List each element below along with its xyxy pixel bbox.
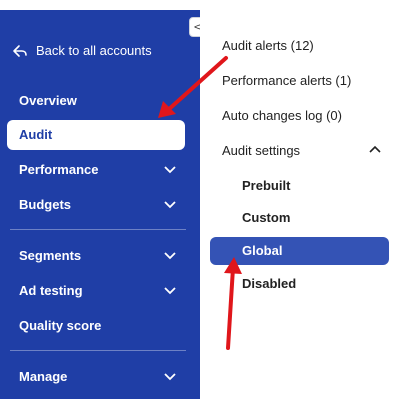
chevron-up-icon[interactable] (369, 145, 381, 153)
back-to-accounts-label: Back to all accounts (36, 43, 152, 58)
sidebar-divider (10, 350, 186, 351)
chevron-down-icon[interactable] (164, 166, 176, 174)
sidebar-item-quality-score[interactable]: Quality score (19, 318, 101, 334)
back-to-accounts-link[interactable]: Back to all accounts (12, 43, 152, 59)
back-arrow-icon (13, 45, 27, 57)
settings-item-disabled[interactable]: Disabled (242, 276, 296, 292)
sidebar-item-manage[interactable]: Manage (19, 369, 67, 385)
settings-item-prebuilt[interactable]: Prebuilt (242, 178, 290, 194)
settings-item-custom[interactable]: Custom (242, 210, 290, 226)
chevron-down-icon[interactable] (164, 373, 176, 381)
sidebar-item-overview[interactable]: Overview (19, 93, 77, 109)
sidebar-item-ad-testing[interactable]: Ad testing (19, 283, 83, 299)
sidebar-divider (10, 229, 186, 230)
panel-item-auto-changes-log[interactable]: Auto changes log (0) (222, 108, 342, 124)
chevron-down-icon[interactable] (164, 252, 176, 260)
chevron-down-icon[interactable] (164, 287, 176, 295)
top-bar (0, 0, 405, 10)
sidebar-item-performance[interactable]: Performance (19, 162, 98, 178)
panel-item-audit-alerts[interactable]: Audit alerts (12) (222, 38, 314, 54)
sidebar-item-audit[interactable]: Audit (7, 120, 185, 150)
chevron-down-icon[interactable] (164, 201, 176, 209)
sidebar-item-segments[interactable]: Segments (19, 248, 81, 264)
panel-item-performance-alerts[interactable]: Performance alerts (1) (222, 73, 351, 89)
sidebar-item-audit-label: Audit (19, 127, 53, 142)
panel-item-audit-settings[interactable]: Audit settings (222, 143, 300, 159)
sidebar-item-budgets[interactable]: Budgets (19, 197, 71, 213)
audit-panel (200, 10, 405, 399)
settings-item-global-label: Global (242, 243, 283, 258)
settings-item-global[interactable]: Global (210, 237, 389, 265)
